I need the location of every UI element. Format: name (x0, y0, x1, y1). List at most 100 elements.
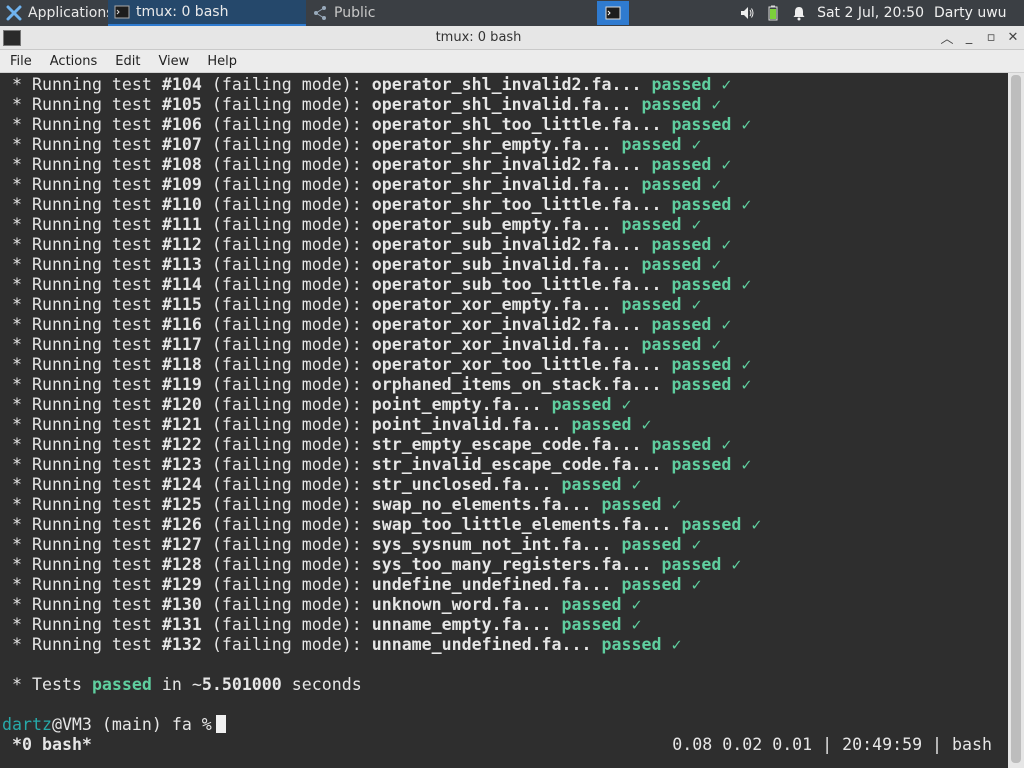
running-label: Running test (32, 495, 152, 514)
mode-label: (failing mode): (211, 555, 362, 574)
running-label: Running test (32, 315, 152, 334)
running-label: Running test (32, 255, 152, 274)
test-file: swap_too_little_elements.fa... (371, 515, 672, 534)
test-result-line: * Running test #107 (failing mode): oper… (12, 135, 761, 155)
mode-label: (failing mode): (211, 315, 362, 334)
user-menu[interactable]: Darty uwu (934, 5, 1020, 21)
running-label: Running test (32, 295, 152, 314)
test-result-line: * Running test #116 (failing mode): oper… (12, 315, 761, 335)
menu-view[interactable]: View (148, 54, 197, 69)
bullet: * (12, 195, 22, 214)
bullet: * (12, 255, 22, 274)
menu-file[interactable]: File (0, 54, 40, 69)
running-label: Running test (32, 595, 152, 614)
menu-actions[interactable]: Actions (40, 54, 106, 69)
test-number: #112 (161, 235, 202, 254)
terminal-launcher-button[interactable] (597, 1, 630, 25)
check-icon: ✓ (631, 595, 642, 614)
test-number: #128 (161, 555, 202, 574)
passed-label: passed (641, 335, 702, 354)
check-icon: ✓ (621, 395, 632, 414)
terminal-scrollbar[interactable] (1008, 73, 1024, 768)
check-icon: ✓ (731, 555, 742, 574)
check-icon: ✓ (741, 355, 752, 374)
bullet: * (12, 335, 22, 354)
test-file: operator_shl_invalid2.fa... (371, 75, 642, 94)
notification-bell-icon[interactable] (791, 5, 807, 21)
battery-icon[interactable] (765, 5, 781, 21)
applications-label: Applications (28, 5, 108, 21)
running-label: Running test (32, 155, 152, 174)
window-title: tmux: 0 bash (435, 30, 522, 45)
test-file: swap_no_elements.fa... (371, 495, 592, 514)
window-titlebar[interactable]: tmux: 0 bash ︿ _ ▫ ✕ (0, 26, 1024, 50)
mode-label: (failing mode): (211, 255, 362, 274)
share-icon (312, 5, 328, 21)
mode-label: (failing mode): (211, 495, 362, 514)
minimize-button[interactable]: _ (958, 27, 980, 49)
running-label: Running test (32, 515, 152, 534)
passed-label: passed (651, 315, 712, 334)
test-result-line: * Running test #120 (failing mode): poin… (12, 395, 761, 415)
menu-help[interactable]: Help (197, 54, 245, 69)
summary-prefix: * Tests (12, 675, 82, 694)
test-file: str_empty_escape_code.fa... (371, 435, 642, 454)
check-icon: ✓ (671, 635, 682, 654)
running-label: Running test (32, 175, 152, 194)
check-icon: ✓ (741, 455, 752, 474)
passed-label: passed (621, 535, 682, 554)
tmux-window-list[interactable]: *0 bash* (12, 735, 92, 755)
mode-label: (failing mode): (211, 295, 362, 314)
test-file: unknown_word.fa... (371, 595, 552, 614)
running-label: Running test (32, 615, 152, 634)
taskbar-item-public[interactable]: Public (306, 0, 504, 26)
check-icon: ✓ (721, 75, 732, 94)
check-icon: ✓ (671, 495, 682, 514)
passed-label: passed (671, 115, 732, 134)
test-file: str_unclosed.fa... (371, 475, 552, 494)
window-app-icon[interactable] (3, 29, 21, 46)
menu-edit[interactable]: Edit (105, 54, 148, 69)
check-icon: ✓ (721, 155, 732, 174)
applications-menu-button[interactable]: Applications (0, 0, 108, 26)
bullet: * (12, 75, 22, 94)
test-number: #117 (161, 335, 202, 354)
test-file: operator_xor_too_little.fa... (371, 355, 662, 374)
passed-label: passed (671, 455, 732, 474)
minimize-icon: _ (965, 30, 973, 45)
check-icon: ✓ (711, 255, 722, 274)
running-label: Running test (32, 95, 152, 114)
test-number: #109 (161, 175, 202, 194)
test-number: #118 (161, 355, 202, 374)
test-number: #124 (161, 475, 202, 494)
test-result-line: * Running test #110 (failing mode): oper… (12, 195, 761, 215)
test-result-line: * Running test #131 (failing mode): unna… (12, 615, 761, 635)
running-label: Running test (32, 535, 152, 554)
taskbar-item-label: Public (334, 5, 376, 21)
running-label: Running test (32, 375, 152, 394)
running-label: Running test (32, 275, 152, 294)
shell-prompt[interactable]: dartz@VM3 (main) fa % (2, 715, 226, 735)
maximize-button[interactable]: ▫ (980, 27, 1002, 49)
shade-window-button[interactable]: ︿ (936, 27, 958, 49)
test-file: sys_sysnum_not_int.fa... (371, 535, 612, 554)
test-result-line: * Running test #126 (failing mode): swap… (12, 515, 761, 535)
bullet: * (12, 435, 22, 454)
test-number: #130 (161, 595, 202, 614)
summary-time: 5.501000 (201, 675, 282, 694)
running-label: Running test (32, 135, 152, 154)
tmux-status-right: 0.08 0.02 0.01 | 20:49:59 | bash (672, 735, 992, 754)
clock[interactable]: Sat 2 Jul, 20:50 (817, 5, 924, 21)
bullet: * (12, 115, 22, 134)
test-number: #104 (161, 75, 202, 94)
test-result-line: * Running test #130 (failing mode): unkn… (12, 595, 761, 615)
mode-label: (failing mode): (211, 375, 362, 394)
close-button[interactable]: ✕ (1002, 27, 1024, 49)
terminal-output[interactable]: * Running test #104 (failing mode): oper… (0, 73, 1008, 768)
taskbar-item-label: tmux: 0 bash (136, 4, 229, 20)
taskbar-item-tmux[interactable]: tmux: 0 bash (108, 0, 306, 26)
volume-icon[interactable] (739, 5, 755, 21)
running-label: Running test (32, 475, 152, 494)
scrollbar-thumb[interactable] (1011, 75, 1021, 763)
test-result-line: * Running test #123 (failing mode): str_… (12, 455, 761, 475)
